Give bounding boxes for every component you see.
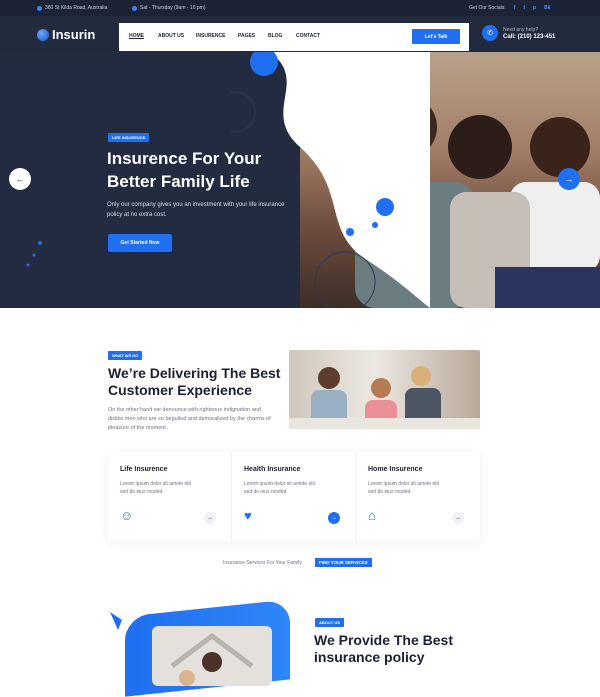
card-arrow-button[interactable]: → [452,512,464,524]
insurance-cards: Life Insurence Lorem ipsum dolor sit ame… [108,452,480,541]
twitter-icon[interactable]: t [523,5,525,11]
meeting-photo [289,350,480,429]
next-slide-button[interactable]: → [558,168,580,190]
prev-slide-button[interactable]: ← [9,168,31,190]
about-title-line2: Customer Experience [108,382,252,398]
card-title: Home Insurence [368,466,423,473]
card-description: Lorem ipsum dolor sit amete elit sed do … [120,481,191,495]
nav-pages[interactable]: PAGES [238,33,255,39]
lets-talk-button[interactable]: Let's Talk [412,29,460,44]
card-home-insurance[interactable]: Home Insurence Lorem ipsum dolor sit ame… [356,452,480,541]
about-badge: WHAT WE DO [108,351,143,360]
family-care-icon: ☺ [120,508,134,523]
card-arrow-button[interactable]: → [328,512,340,524]
phone-icon[interactable]: ✆ [482,25,498,41]
hours-text: Sat - Thursday (9am - 10 pm) [140,5,206,11]
pinterest-icon[interactable]: p [533,5,536,11]
hero-title: Insurence For Your Better Family Life [107,147,307,193]
arrow-right-icon: → [564,174,574,184]
about-title-line1: We’re Delivering The Best [108,365,281,381]
find-services-button[interactable]: FIND YOUR SERVICES [315,558,372,567]
meeting-illustration [289,366,480,429]
help-label: Need any help? [503,27,539,33]
social-label: Get Our Socials: [469,5,506,11]
address-item: 380 St Kilda Road, Australia [37,5,107,11]
about-description: On the other hand we denounce with right… [108,407,271,431]
decor-dots [26,241,42,267]
logo-icon [37,28,49,41]
provide-badge: ABOUT US [315,618,344,627]
logo[interactable]: Insurin [37,27,95,42]
nav-blog[interactable]: BLOG [268,33,282,39]
nav-home[interactable]: HOME [129,33,144,39]
about-title: We’re Delivering The Best Customer Exper… [108,365,288,399]
social-links: Get Our Socials: f t p Bē [469,0,551,16]
provide-photo [152,626,272,686]
card-description: Lorem ipsum dolor sit amete elit sed do … [244,481,315,495]
card-title: Life Insurence [120,466,168,473]
hero-title-line1: Insurence For Your [107,149,262,168]
facebook-icon[interactable]: f [514,5,516,11]
provide-title-line2: insurance policy [314,649,425,665]
card-life-insurance[interactable]: Life Insurence Lorem ipsum dolor sit ame… [108,452,232,541]
health-hands-icon: ♥ [244,508,252,523]
location-icon [37,5,42,11]
home-protection-icon: ⌂ [368,508,376,523]
card-health-insurance[interactable]: Health Insurance Lorem ipsum dolor sit a… [232,452,356,541]
provide-title-line1: We Provide The Best [314,632,454,648]
clock-icon [132,5,137,11]
card-description: Lorem ipsum dolor sit amete elit sed do … [368,481,439,495]
behance-icon[interactable]: Bē [544,5,550,11]
hero-description: Only our company gives you an investment… [107,202,285,218]
logo-text: Insurin [52,27,96,42]
provide-title: We Provide The Best insurance policy [314,632,494,666]
phone-number[interactable]: Call: (210) 123-451 [503,34,555,40]
nav-insurence[interactable]: INSURENCE [196,33,225,39]
hours-item: Sat - Thursday (9am - 10 pm) [132,5,206,11]
services-strip-text: Insurance Services For Your Family [223,560,302,566]
hero-badge: LIFE INSURENCE [108,133,150,142]
nav-contact[interactable]: CONTACT [296,33,320,39]
nav-about-us[interactable]: ABOUT US [158,33,184,39]
card-arrow-button[interactable]: → [204,512,216,524]
provide-illustration [170,632,254,686]
card-title: Health Insurance [244,466,301,473]
arrow-left-icon: ← [15,174,25,184]
hero-title-line2: Better Family Life [107,172,250,191]
address-text: 380 St Kilda Road, Australia [45,5,108,11]
get-started-button[interactable]: Get Started Now [108,234,172,252]
top-bar: 380 St Kilda Road, Australia Sat - Thurs… [0,0,600,16]
